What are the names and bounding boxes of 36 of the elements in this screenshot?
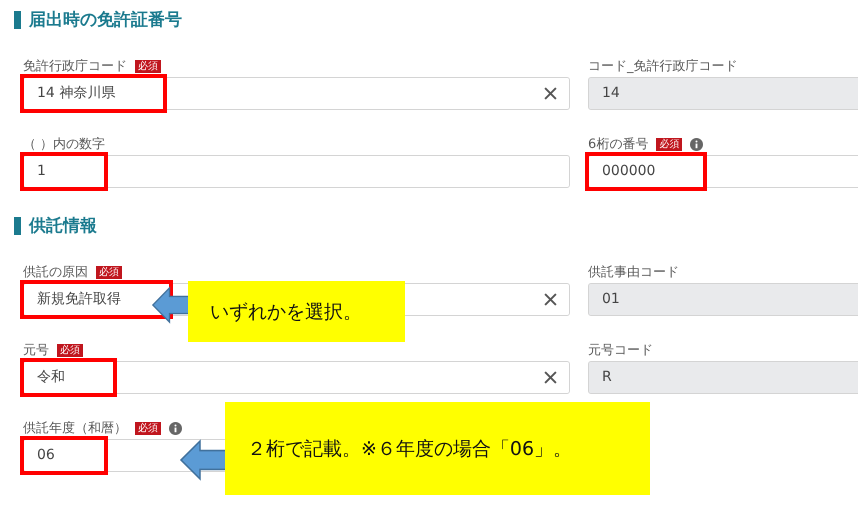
- required-badge: 必須: [96, 266, 122, 278]
- field-label: 供託事由コード: [588, 264, 679, 281]
- field-label: 元号コード: [588, 342, 653, 359]
- required-badge: 必須: [135, 422, 161, 434]
- select-field[interactable]: 令和: [23, 361, 570, 394]
- clear-icon[interactable]: [544, 293, 557, 306]
- field-label: 供託年度（和暦）: [23, 420, 127, 437]
- field-value: R: [601, 368, 613, 387]
- input-field[interactable]: R: [588, 361, 858, 394]
- input-field[interactable]: 14: [588, 77, 858, 110]
- field-label: コード_免許行政庁コード: [588, 58, 738, 75]
- field-label: 元号: [23, 342, 49, 359]
- info-icon[interactable]: [169, 422, 182, 434]
- callout-tooltip: いずれかを選択。: [188, 281, 405, 342]
- clear-icon[interactable]: [544, 371, 557, 384]
- required-badge: 必須: [656, 138, 682, 150]
- field-label: 6桁の番号: [588, 136, 648, 153]
- select-field[interactable]: 14 神奈川県: [23, 77, 570, 110]
- section-title: 届出時の免許証番号: [29, 9, 182, 31]
- field-label: 供託の原因: [23, 264, 88, 281]
- field-label: 免許行政庁コード: [23, 58, 127, 75]
- required-badge: 必須: [135, 60, 161, 72]
- info-icon[interactable]: [690, 138, 704, 150]
- field-value: 14: [601, 84, 621, 103]
- arrow-tooltip: [180, 439, 228, 481]
- field-label: （ ）内の数字: [23, 136, 106, 153]
- callout-tooltip: ２桁で記載。※６年度の場合「06」。: [225, 402, 650, 495]
- required-badge: 必須: [57, 344, 83, 356]
- heading-bar: [14, 10, 21, 28]
- clear-icon[interactable]: [544, 87, 557, 100]
- input-field[interactable]: 1: [23, 155, 570, 188]
- input-field[interactable]: 000000: [588, 155, 858, 188]
- input-field[interactable]: 01: [588, 283, 858, 316]
- section-title: 供託情報: [29, 215, 97, 237]
- heading-bar: [14, 216, 21, 234]
- field-value: 01: [601, 290, 621, 309]
